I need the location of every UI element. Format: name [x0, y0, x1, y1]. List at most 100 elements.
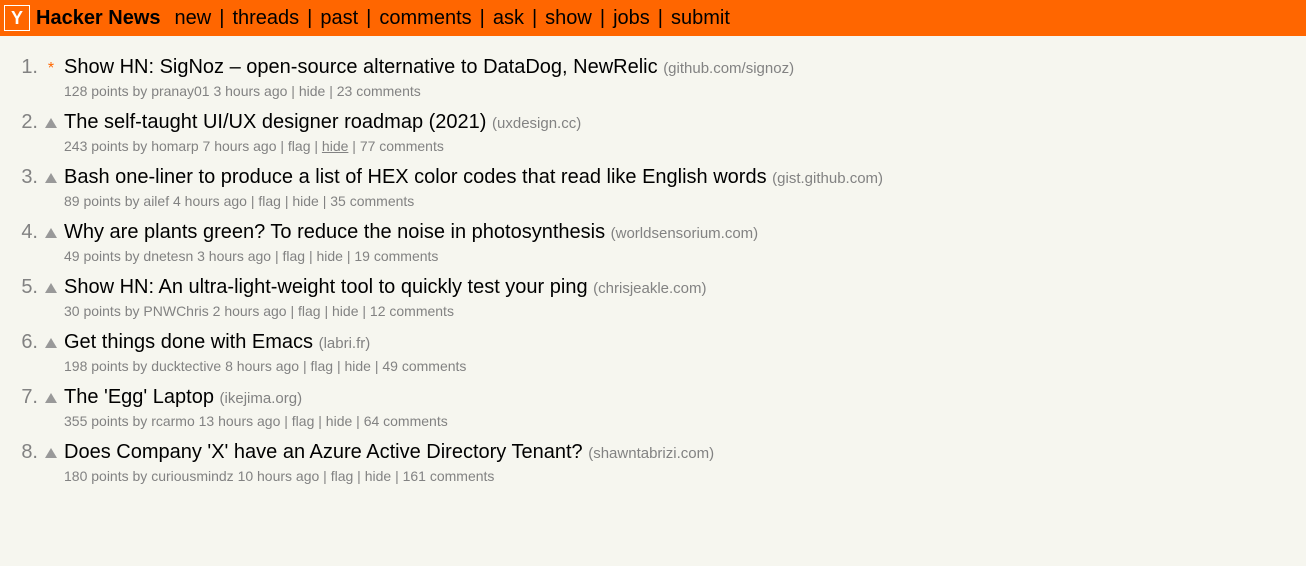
nav-separator: | — [532, 7, 537, 30]
upvote-arrow-icon[interactable] — [45, 118, 57, 128]
story-content: Get things done with Emacs (labri.fr)198… — [60, 330, 1306, 374]
hide-link[interactable]: hide — [317, 248, 343, 264]
story-content: The self-taught UI/UX designer roadmap (… — [60, 110, 1306, 154]
story-title-line: Why are plants green? To reduce the nois… — [64, 220, 1306, 246]
nav-past[interactable]: past — [320, 7, 358, 30]
vote-column — [42, 275, 60, 319]
comments-link[interactable]: 77 comments — [360, 138, 444, 154]
story-domain-link[interactable]: (uxdesign.cc) — [492, 115, 581, 132]
story-rank: 6. — [0, 330, 42, 374]
hide-link[interactable]: hide — [345, 358, 371, 374]
upvote-arrow-icon[interactable] — [45, 448, 57, 458]
by-prefix: by — [129, 468, 152, 484]
comments-link[interactable]: 161 comments — [403, 468, 495, 484]
nav-new[interactable]: new — [175, 7, 212, 30]
story-points: 180 points — [64, 468, 129, 484]
upvote-arrow-icon[interactable] — [45, 228, 57, 238]
nav-comments[interactable]: comments — [379, 7, 471, 30]
by-prefix: by — [129, 138, 152, 154]
flag-link[interactable]: flag — [288, 138, 311, 154]
story-title-link[interactable]: Show HN: SigNoz – open-source alternativ… — [64, 56, 658, 78]
story-points: 355 points — [64, 413, 129, 429]
vote-column — [42, 165, 60, 209]
upvote-arrow-icon[interactable] — [45, 283, 57, 293]
nav-submit[interactable]: submit — [671, 7, 730, 30]
story-domain-link[interactable]: (shawntabrizi.com) — [588, 445, 714, 462]
flag-link[interactable]: flag — [298, 303, 321, 319]
hide-link[interactable]: hide — [299, 83, 325, 99]
comments-link[interactable]: 49 comments — [382, 358, 466, 374]
hide-link[interactable]: hide — [322, 138, 348, 154]
story-author-link[interactable]: pranay01 — [151, 83, 209, 99]
story-domain-link[interactable]: (github.com/signoz) — [663, 60, 794, 77]
story-row: 7.The 'Egg' Laptop (ikejima.org)355 poin… — [0, 382, 1306, 437]
story-domain-link[interactable]: (chrisjeakle.com) — [593, 280, 706, 297]
story-author-link[interactable]: curiousmindz — [151, 468, 233, 484]
story-title-link[interactable]: Bash one-liner to produce a list of HEX … — [64, 166, 767, 188]
comments-link[interactable]: 64 comments — [364, 413, 448, 429]
story-age-link[interactable]: 2 hours ago — [213, 303, 287, 319]
hide-link[interactable]: hide — [292, 193, 318, 209]
hide-link[interactable]: hide — [365, 468, 391, 484]
nav-threads[interactable]: threads — [232, 7, 299, 30]
story-author-link[interactable]: ailef — [143, 193, 169, 209]
story-age-link[interactable]: 10 hours ago — [238, 468, 320, 484]
story-title-link[interactable]: Why are plants green? To reduce the nois… — [64, 221, 605, 243]
flag-link[interactable]: flag — [331, 468, 354, 484]
story-content: Why are plants green? To reduce the nois… — [60, 220, 1306, 264]
story-age-link[interactable]: 8 hours ago — [225, 358, 299, 374]
comments-link[interactable]: 12 comments — [370, 303, 454, 319]
story-subtext: 243 points by homarp 7 hours ago | flag … — [64, 136, 1306, 154]
story-author-link[interactable]: PNWChris — [143, 303, 208, 319]
story-title-link[interactable]: The self-taught UI/UX designer roadmap (… — [64, 111, 486, 133]
story-age-link[interactable]: 13 hours ago — [199, 413, 281, 429]
story-age-link[interactable]: 3 hours ago — [213, 83, 287, 99]
site-logo[interactable]: Y — [4, 5, 30, 31]
site-title[interactable]: Hacker News — [36, 7, 161, 30]
comments-link[interactable]: 19 comments — [354, 248, 438, 264]
story-author-link[interactable]: ducktective — [151, 358, 221, 374]
hide-link[interactable]: hide — [332, 303, 358, 319]
upvote-arrow-icon[interactable] — [45, 173, 57, 183]
story-age-link[interactable]: 4 hours ago — [173, 193, 247, 209]
vote-column — [42, 440, 60, 484]
comments-link[interactable]: 23 comments — [337, 83, 421, 99]
story-author-link[interactable]: dnetesn — [143, 248, 193, 264]
story-rank: 5. — [0, 275, 42, 319]
story-age-link[interactable]: 3 hours ago — [197, 248, 271, 264]
story-title-link[interactable]: Get things done with Emacs — [64, 331, 313, 353]
story-title-link[interactable]: Does Company 'X' have an Azure Active Di… — [64, 441, 583, 463]
story-author-link[interactable]: rcarmo — [151, 413, 195, 429]
story-subtext: 49 points by dnetesn 3 hours ago | flag … — [64, 246, 1306, 264]
story-rank: 8. — [0, 440, 42, 484]
vote-column: * — [42, 55, 60, 99]
nav-show[interactable]: show — [545, 7, 592, 30]
nav-jobs[interactable]: jobs — [613, 7, 650, 30]
story-content: Show HN: An ultra-light-weight tool to q… — [60, 275, 1306, 319]
flag-link[interactable]: flag — [292, 413, 315, 429]
story-row: 4.Why are plants green? To reduce the no… — [0, 217, 1306, 272]
upvote-arrow-icon[interactable] — [45, 393, 57, 403]
story-title-line: Does Company 'X' have an Azure Active Di… — [64, 440, 1306, 466]
flag-link[interactable]: flag — [283, 248, 306, 264]
story-title-link[interactable]: Show HN: An ultra-light-weight tool to q… — [64, 276, 588, 298]
story-title-line: Bash one-liner to produce a list of HEX … — [64, 165, 1306, 191]
hide-link[interactable]: hide — [326, 413, 352, 429]
story-age-link[interactable]: 7 hours ago — [203, 138, 277, 154]
story-domain-link[interactable]: (labri.fr) — [319, 335, 371, 352]
story-domain-link[interactable]: (ikejima.org) — [220, 390, 303, 407]
story-rank: 1. — [0, 55, 42, 99]
story-domain-link[interactable]: (worldsensorium.com) — [611, 225, 759, 242]
upvote-arrow-icon[interactable] — [45, 338, 57, 348]
vote-column — [42, 110, 60, 154]
story-title-link[interactable]: The 'Egg' Laptop — [64, 386, 214, 408]
vote-column — [42, 220, 60, 264]
comments-link[interactable]: 35 comments — [330, 193, 414, 209]
flag-link[interactable]: flag — [258, 193, 281, 209]
story-author-link[interactable]: homarp — [151, 138, 198, 154]
nav-separator: | — [658, 7, 663, 30]
story-points: 243 points — [64, 138, 129, 154]
story-domain-link[interactable]: (gist.github.com) — [772, 170, 883, 187]
nav-ask[interactable]: ask — [493, 7, 524, 30]
flag-link[interactable]: flag — [311, 358, 334, 374]
